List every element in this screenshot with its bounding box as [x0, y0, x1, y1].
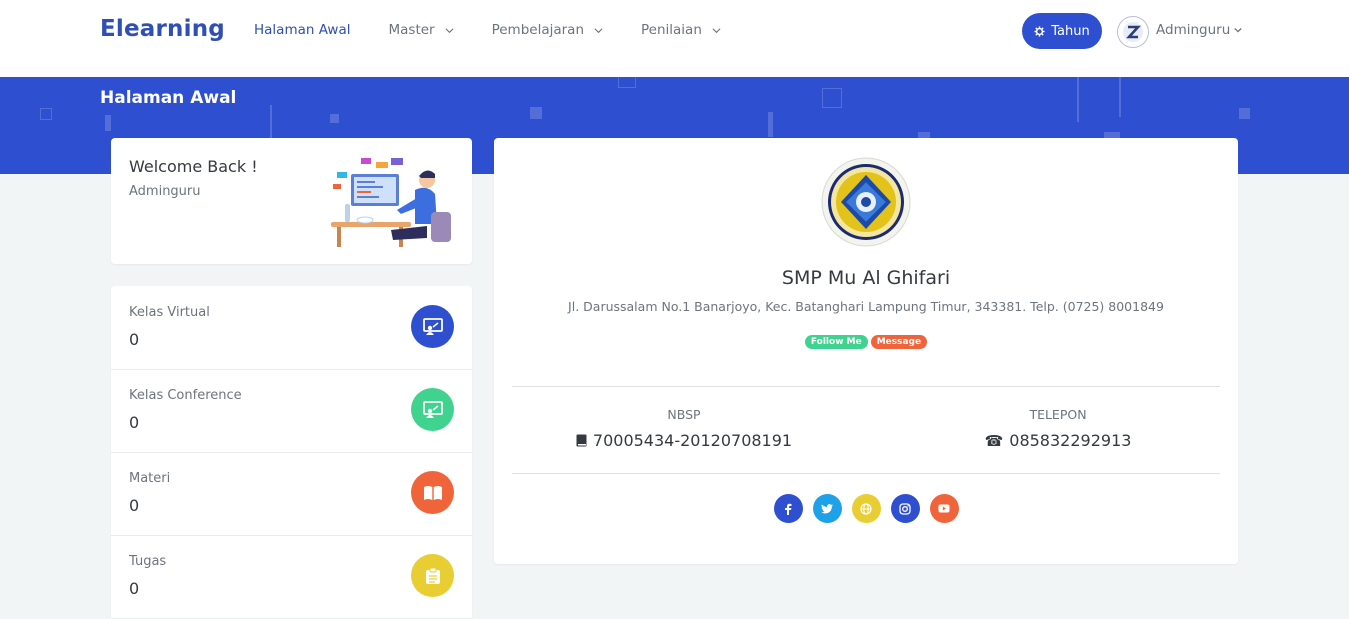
- globe-icon[interactable]: [851, 494, 881, 523]
- presentation-icon: [411, 305, 454, 348]
- tahun-label: Tahun: [1051, 23, 1090, 39]
- stat-tugas[interactable]: Tugas 0: [111, 535, 472, 619]
- nbsp-value-row: 70005434-20120708191: [534, 431, 834, 450]
- stat-kelas-virtual[interactable]: Kelas Virtual 0: [111, 286, 472, 370]
- nav-label: Penilaian: [641, 22, 702, 38]
- nav-label: Halaman Awal: [254, 22, 351, 38]
- school-logo-icon: [821, 157, 911, 247]
- top-navbar: Elearning Halaman Awal Master Pembelajar…: [0, 0, 1349, 77]
- clipboard-icon: [411, 554, 454, 597]
- divider: [512, 386, 1220, 387]
- social-links: [494, 494, 1238, 523]
- stats-card: Kelas Virtual 0 Kelas Conference 0 Mater…: [111, 286, 472, 619]
- school-address: Jl. Darussalam No.1 Banarjoyo, Kec. Bata…: [568, 299, 1164, 314]
- tahun-button[interactable]: Tahun: [1022, 13, 1102, 49]
- facebook-icon[interactable]: [773, 494, 803, 523]
- stat-label: Kelas Virtual: [129, 305, 210, 320]
- telepon-value-row: ☎ 085832292913: [908, 431, 1208, 450]
- nav-label: Master: [388, 22, 435, 38]
- follow-me-badge[interactable]: Follow Me: [804, 335, 868, 349]
- avatar[interactable]: [1117, 16, 1149, 48]
- user-name: Adminguru: [1156, 22, 1231, 38]
- divider: [512, 473, 1220, 474]
- stat-kelas-conference[interactable]: Kelas Conference 0: [111, 369, 472, 453]
- book-icon: [576, 434, 587, 447]
- stat-value: 0: [129, 330, 140, 349]
- page-title: Halaman Awal: [100, 88, 237, 108]
- chevron-down-icon: [594, 27, 603, 33]
- instagram-icon[interactable]: [890, 494, 920, 523]
- chevron-down-icon: [445, 27, 454, 33]
- user-menu[interactable]: Adminguru: [1156, 22, 1242, 38]
- gear-icon: [1034, 25, 1045, 37]
- school-profile-card: SMP Mu Al Ghifari Jl. Darussalam No.1 Ba…: [494, 138, 1238, 564]
- nav-penilaian[interactable]: Penilaian: [641, 22, 721, 38]
- brand-logo[interactable]: Elearning: [100, 16, 225, 42]
- book-icon: [411, 471, 454, 514]
- presentation-icon: [411, 388, 454, 431]
- stat-value: 0: [129, 496, 140, 515]
- stat-label: Tugas: [129, 554, 167, 569]
- badge-group: Follow Me Message: [494, 335, 1238, 349]
- stat-value: 0: [129, 579, 140, 598]
- message-badge[interactable]: Message: [870, 335, 928, 349]
- nbsp-label: NBSP: [667, 407, 701, 422]
- nbsp-value: 70005434-20120708191: [592, 431, 793, 450]
- developer-illustration-icon: [331, 158, 451, 247]
- welcome-title: Welcome Back !: [129, 157, 258, 176]
- youtube-icon[interactable]: [929, 494, 959, 523]
- user-avatar-icon: [1123, 22, 1143, 42]
- chevron-down-icon: [712, 27, 721, 33]
- twitter-icon[interactable]: [812, 494, 842, 523]
- nav-label: Pembelajaran: [491, 22, 585, 38]
- stat-label: Kelas Conference: [129, 388, 242, 403]
- telepon-value: 085832292913: [1009, 431, 1132, 450]
- stat-value: 0: [129, 413, 140, 432]
- main-nav: Halaman Awal Master Pembelajaran Penilai…: [254, 22, 759, 38]
- phone-icon: ☎: [984, 431, 1004, 450]
- stat-label: Materi: [129, 471, 171, 486]
- welcome-subtitle: Adminguru: [129, 184, 201, 199]
- nav-pembelajaran[interactable]: Pembelajaran: [492, 22, 603, 38]
- school-name: SMP Mu Al Ghifari: [781, 267, 951, 289]
- stat-materi[interactable]: Materi 0: [111, 452, 472, 536]
- nav-master[interactable]: Master: [388, 22, 454, 38]
- nav-halaman-awal[interactable]: Halaman Awal: [254, 22, 350, 38]
- chevron-down-icon: [1234, 27, 1242, 33]
- welcome-card: Welcome Back ! Adminguru: [111, 138, 472, 264]
- telepon-label: TELEPON: [1029, 407, 1087, 422]
